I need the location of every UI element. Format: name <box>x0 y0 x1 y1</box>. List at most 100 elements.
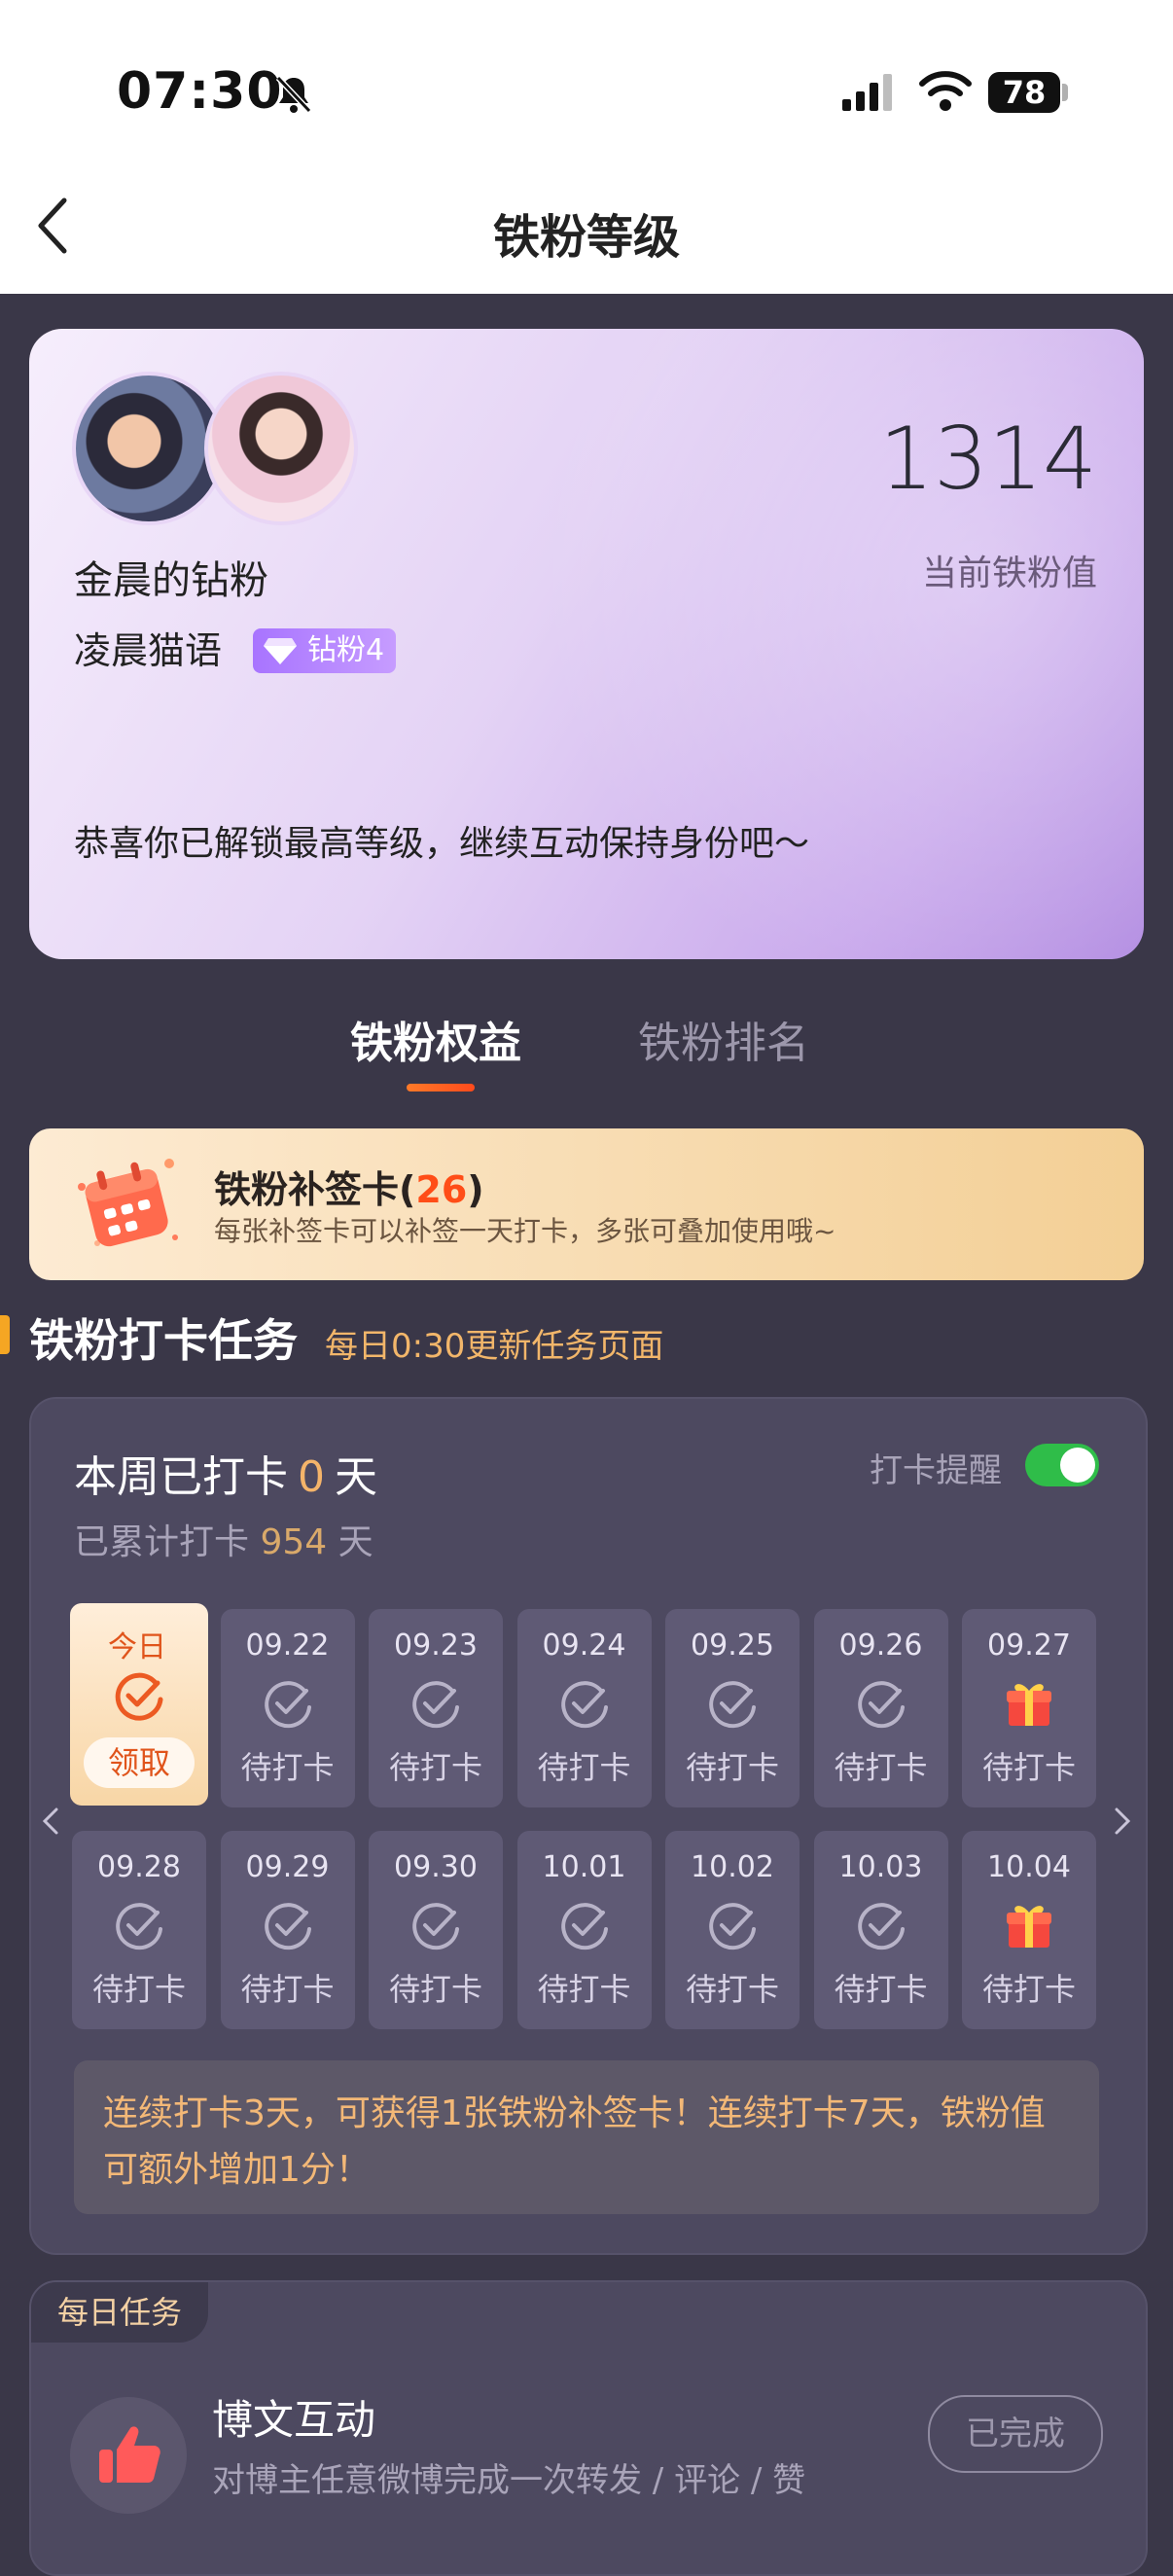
check-circle-icon <box>857 1681 905 1729</box>
checkin-reminder-toggle[interactable] <box>1025 1444 1099 1486</box>
checkin-day-status: 待打卡 <box>240 1971 335 2008</box>
next-week-chevron-icon[interactable] <box>1111 1802 1134 1841</box>
fan-title: 金晨的钻粉 <box>74 558 268 603</box>
checkin-day-date: 09.25 <box>691 1628 774 1663</box>
check-circle-icon <box>709 1903 756 1950</box>
check-circle-icon <box>264 1903 311 1950</box>
checkin-day-date: 09.26 <box>838 1628 923 1663</box>
checkin-day-status: 待打卡 <box>981 1971 1076 2008</box>
fan-value-label: 当前铁粉值 <box>921 554 1097 593</box>
checkin-day-status: 待打卡 <box>537 1749 631 1786</box>
blogger-avatar[interactable] <box>204 372 358 525</box>
check-circle-icon <box>560 1903 608 1950</box>
checkin-day-date: 09.30 <box>394 1850 478 1884</box>
check-circle-icon <box>264 1681 311 1729</box>
checkin-day-date: 10.01 <box>542 1850 626 1884</box>
checkin-day-cell[interactable]: 09.29 待打卡 <box>220 1831 355 2029</box>
diamond-icon <box>264 638 297 664</box>
task-icon-wrap <box>70 2397 187 2514</box>
checkin-day-status: 待打卡 <box>685 1749 779 1786</box>
checkin-day-status: 待打卡 <box>240 1749 335 1786</box>
checkin-day-status: 待打卡 <box>981 1749 1076 1786</box>
checkin-day-cell[interactable]: 09.26 待打卡 <box>813 1609 948 1807</box>
cellular-signal-icon <box>842 74 892 111</box>
section-subtitle: 每日0:30更新任务页面 <box>325 1327 664 1366</box>
supplement-card-subtitle: 每张补签卡可以补签一天打卡，多张可叠加使用哦~ <box>214 1215 836 1247</box>
checkin-day-cell[interactable]: 09.27 待打卡 <box>962 1609 1096 1807</box>
checkin-day-cell[interactable]: 10.04 待打卡 <box>962 1831 1096 2029</box>
level-badge: 钻粉4 <box>253 628 397 673</box>
checkin-day-cell[interactable]: 09.23 待打卡 <box>369 1609 503 1807</box>
task-completed-button[interactable]: 已完成 <box>928 2395 1103 2473</box>
check-circle-icon <box>560 1681 608 1729</box>
checkin-day-date: 09.23 <box>394 1628 478 1663</box>
wifi-icon <box>919 71 972 111</box>
supplement-card-count: 26 <box>415 1168 468 1211</box>
checkin-day-status: 待打卡 <box>388 1749 482 1786</box>
silent-bell-icon <box>275 75 312 114</box>
fan-profile-card: 金晨的钻粉 凌晨猫语 钻粉4 1314 当前铁粉值 恭喜你已解锁最高等级，继续互… <box>29 329 1144 959</box>
checkin-day-cell[interactable]: 09.25 待打卡 <box>665 1609 800 1807</box>
checkin-day-status: 待打卡 <box>537 1971 631 2008</box>
section-title: 铁粉打卡任务 <box>29 1314 298 1367</box>
task-name: 博文互动 <box>212 2396 376 2444</box>
check-circle-icon <box>412 1681 459 1729</box>
gift-icon <box>1007 1906 1051 1948</box>
check-circle-icon <box>116 1903 162 1950</box>
user-avatar[interactable] <box>72 372 226 525</box>
tab-fan-ranking[interactable]: 铁粉排名 <box>638 1008 809 1070</box>
checkin-reward-tip: 连续打卡3天，可获得1张铁粉补签卡！连续打卡7天，铁粉值可额外增加1分！ <box>74 2060 1099 2214</box>
check-circle-icon <box>709 1681 756 1729</box>
checkin-day-date: 09.28 <box>97 1850 181 1884</box>
checkin-day-status: 待打卡 <box>834 1749 928 1786</box>
congrats-message: 恭喜你已解锁最高等级，继续互动保持身份吧～ <box>74 824 810 864</box>
checkin-day-status: 待打卡 <box>91 1971 186 2008</box>
checkin-day-date: 10.02 <box>691 1850 774 1884</box>
checkin-day-status: 待打卡 <box>388 1971 482 2008</box>
thumbs-up-icon <box>99 2426 160 2483</box>
checkin-day-date: 10.03 <box>838 1850 923 1884</box>
check-circle-icon <box>857 1903 905 1950</box>
week-checkin-summary: 本周已打卡 0 天 <box>74 1452 377 1502</box>
checkin-day-cell[interactable]: 09.28 待打卡 <box>72 1831 206 2029</box>
total-checkin-count: 954 <box>260 1522 328 1562</box>
battery-level: 78 <box>1002 74 1047 111</box>
calendar-icon <box>78 1159 178 1247</box>
today-label: 今日 <box>108 1630 166 1664</box>
checkin-day-date: 09.27 <box>987 1628 1071 1663</box>
checkin-day-cell[interactable]: 10.02 待打卡 <box>665 1831 800 2029</box>
checkin-day-date: 09.24 <box>542 1628 626 1663</box>
checkin-day-cell[interactable]: 09.24 待打卡 <box>516 1609 652 1807</box>
fan-value: 1314 <box>879 409 1097 509</box>
checkin-day-status: 待打卡 <box>834 1971 928 2008</box>
supplement-card-title: 铁粉补签卡(26) <box>214 1168 484 1211</box>
checkin-reward-tip-text: 连续打卡3天，可获得1张铁粉补签卡！连续打卡7天，铁粉值可额外增加1分！ <box>103 2093 1046 2190</box>
checkin-day-date: 10.04 <box>987 1850 1071 1884</box>
week-checkin-count: 0 <box>298 1452 325 1502</box>
level-badge-label: 钻粉4 <box>307 633 385 667</box>
section-accent-bar <box>0 1315 10 1354</box>
checkin-day-cell[interactable]: 09.30 待打卡 <box>369 1831 503 2029</box>
gift-icon <box>1007 1684 1051 1726</box>
check-circle-icon <box>412 1903 459 1950</box>
daily-task-card: 每日任务 博文互动 对博主任意微博完成一次转发 / 评论 / 赞 已完成 <box>29 2280 1148 2576</box>
checkin-day-cell[interactable]: 09.22 待打卡 <box>220 1609 355 1807</box>
page-title: 铁粉等级 <box>492 210 680 265</box>
claim-button[interactable]: 领取 <box>84 1737 195 1788</box>
checkin-day-cell[interactable]: 10.01 待打卡 <box>516 1831 652 2029</box>
prev-week-chevron-icon[interactable] <box>39 1802 62 1841</box>
username: 凌晨猫语 <box>74 629 223 672</box>
daily-task-tag: 每日任务 <box>31 2282 208 2343</box>
tab-fan-benefits[interactable]: 铁粉权益 <box>350 1008 521 1070</box>
checkin-day-cell[interactable]: 10.03 待打卡 <box>813 1831 948 2029</box>
active-tab-indicator <box>407 1084 475 1091</box>
supplement-card-banner[interactable] <box>29 1128 1144 1280</box>
battery-indicator: 78 <box>988 72 1070 113</box>
total-checkin-summary: 已累计打卡 954 天 <box>74 1522 373 1562</box>
task-description: 对博主任意微博完成一次转发 / 评论 / 赞 <box>212 2461 806 2500</box>
checkin-day-date: 09.29 <box>245 1850 330 1884</box>
checkin-day-status: 待打卡 <box>685 1971 779 2008</box>
checkin-day-date: 09.22 <box>245 1628 330 1663</box>
check-circle-icon <box>115 1672 163 1721</box>
checkin-day-today[interactable]: 今日 领取 <box>70 1603 208 1806</box>
